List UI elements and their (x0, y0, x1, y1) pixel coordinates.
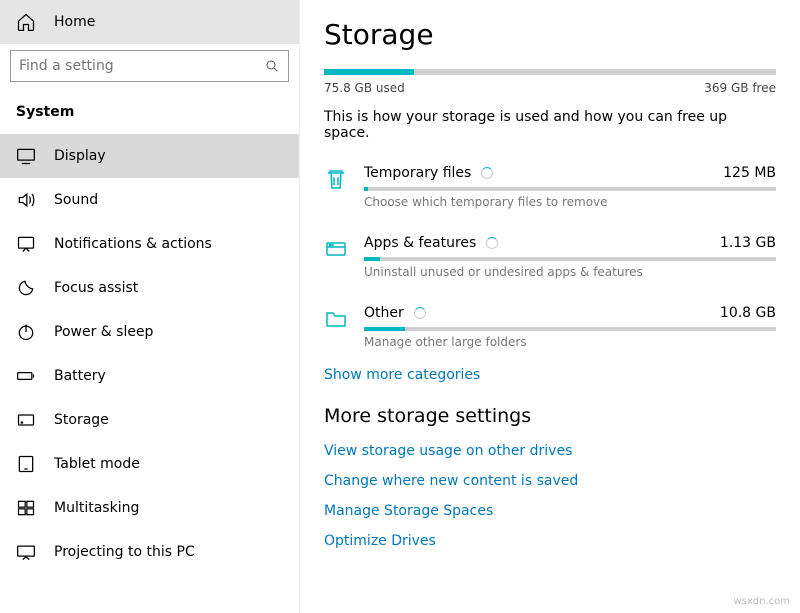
watermark: wsxdn.com (733, 596, 790, 607)
sidebar-item-sound[interactable]: Sound (0, 178, 299, 222)
category-value: 125 MB (723, 165, 776, 181)
sidebar-item-focus-assist[interactable]: Focus assist (0, 266, 299, 310)
sidebar-item-label: Tablet mode (54, 456, 140, 472)
category-value: 10.8 GB (720, 305, 776, 321)
focus-assist-icon (16, 278, 36, 298)
show-more-categories-link[interactable]: Show more categories (324, 367, 776, 383)
sidebar-item-storage[interactable]: Storage (0, 398, 299, 442)
link-view-drives[interactable]: View storage usage on other drives (324, 443, 776, 459)
link-change-save-location[interactable]: Change where new content is saved (324, 473, 776, 489)
category-temporary-files[interactable]: Temporary files 125 MB Choose which temp… (324, 157, 776, 227)
free-label: 369 GB free (704, 81, 776, 95)
sidebar-item-label: Display (54, 148, 106, 164)
sidebar: Home System Display Sound Notifications … (0, 0, 300, 613)
page-title: Storage (324, 18, 776, 51)
sidebar-item-projecting[interactable]: Projecting to this PC (0, 530, 299, 574)
sidebar-item-label: Power & sleep (54, 324, 153, 340)
loading-spinner-icon (481, 167, 493, 179)
sidebar-item-tablet-mode[interactable]: Tablet mode (0, 442, 299, 486)
sidebar-item-notifications[interactable]: Notifications & actions (0, 222, 299, 266)
search-icon (264, 58, 280, 74)
main-content: Storage 75.8 GB used 369 GB free This is… (300, 0, 800, 613)
category-title: Temporary files (364, 165, 471, 181)
sidebar-item-label: Focus assist (54, 280, 138, 296)
category-subtitle: Uninstall unused or undesired apps & fea… (364, 265, 776, 279)
link-optimize-drives[interactable]: Optimize Drives (324, 533, 776, 549)
sidebar-item-label: Projecting to this PC (54, 544, 195, 560)
projecting-icon (16, 542, 36, 562)
sidebar-item-label: Sound (54, 192, 98, 208)
category-value: 1.13 GB (720, 235, 776, 251)
category-apps-features[interactable]: Apps & features 1.13 GB Uninstall unused… (324, 227, 776, 297)
overall-usage-fill (324, 69, 414, 75)
sidebar-item-label: Multitasking (54, 500, 139, 516)
folder-icon (324, 307, 348, 331)
search-wrap (0, 44, 299, 92)
home-label: Home (54, 14, 95, 30)
apps-icon (324, 237, 348, 261)
used-label: 75.8 GB used (324, 81, 405, 95)
notifications-icon (16, 234, 36, 254)
section-header: System (0, 92, 299, 134)
search-input[interactable] (19, 58, 256, 74)
overall-usage-bar (324, 69, 776, 75)
sidebar-item-label: Storage (54, 412, 109, 428)
display-icon (16, 146, 36, 166)
category-bar (364, 327, 776, 331)
storage-description: This is how your storage is used and how… (324, 109, 776, 141)
multitasking-icon (16, 498, 36, 518)
category-bar (364, 187, 776, 191)
storage-icon (16, 410, 36, 430)
home-nav[interactable]: Home (0, 0, 299, 44)
loading-spinner-icon (414, 307, 426, 319)
link-storage-spaces[interactable]: Manage Storage Spaces (324, 503, 776, 519)
sidebar-item-label: Battery (54, 368, 106, 384)
category-subtitle: Manage other large folders (364, 335, 776, 349)
category-title: Other (364, 305, 404, 321)
sidebar-item-power-sleep[interactable]: Power & sleep (0, 310, 299, 354)
category-title: Apps & features (364, 235, 476, 251)
sidebar-item-label: Notifications & actions (54, 236, 212, 252)
loading-spinner-icon (486, 237, 498, 249)
category-other[interactable]: Other 10.8 GB Manage other large folders (324, 297, 776, 367)
sidebar-item-multitasking[interactable]: Multitasking (0, 486, 299, 530)
search-box[interactable] (10, 50, 289, 82)
home-icon (16, 12, 36, 32)
trash-icon (324, 167, 348, 191)
battery-icon (16, 366, 36, 386)
more-settings-heading: More storage settings (324, 405, 776, 427)
tablet-icon (16, 454, 36, 474)
sound-icon (16, 190, 36, 210)
sidebar-item-display[interactable]: Display (0, 134, 299, 178)
sidebar-item-battery[interactable]: Battery (0, 354, 299, 398)
category-subtitle: Choose which temporary files to remove (364, 195, 776, 209)
power-icon (16, 322, 36, 342)
category-bar (364, 257, 776, 261)
